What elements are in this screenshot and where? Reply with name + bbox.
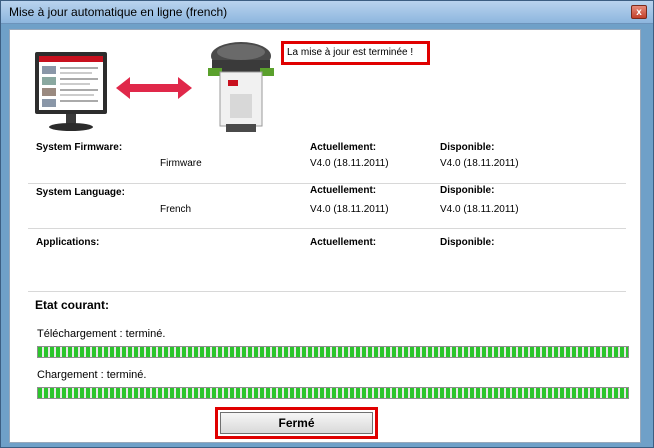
dialog-body: La mise à jour est terminée ! System Fir… xyxy=(9,29,641,443)
language-item-name: French xyxy=(160,204,192,215)
current-status-heading: Etat courant: xyxy=(35,298,110,312)
title-bar[interactable]: Mise à jour automatique en ligne (french… xyxy=(1,1,653,24)
update-status-message: La mise à jour est terminée ! xyxy=(281,41,430,65)
language-available-value: V4.0 (18.11.2011) xyxy=(440,204,519,215)
firmware-current-value: V4.0 (18.11.2011) xyxy=(310,158,389,169)
language-current-header: Actuellement: xyxy=(310,185,377,196)
update-dialog: Mise à jour automatique en ligne (french… xyxy=(0,0,654,448)
upload-status-label: Chargement : terminé. xyxy=(37,369,147,381)
upload-progress-bar xyxy=(37,387,629,399)
language-section: System Language: Actuellement: Disponibl… xyxy=(28,185,626,227)
download-status-label: Téléchargement : terminé. xyxy=(37,328,166,340)
divider xyxy=(28,291,626,292)
language-current-value: V4.0 (18.11.2011) xyxy=(310,204,389,215)
language-label: System Language: xyxy=(36,187,125,198)
download-progress-bar xyxy=(37,346,629,358)
computer-monitor-icon xyxy=(35,52,107,131)
window-close-button[interactable]: x xyxy=(631,5,647,19)
device-illustration: La mise à jour est terminée ! xyxy=(10,30,640,142)
applications-label: Applications: xyxy=(36,237,100,248)
close-icon: x xyxy=(636,7,642,18)
firmware-current-header: Actuellement: xyxy=(310,142,377,153)
close-button[interactable]: Fermé xyxy=(220,412,373,434)
language-available-header: Disponible: xyxy=(440,185,495,196)
close-button-highlight: Fermé xyxy=(215,407,378,439)
firmware-item-name: Firmware xyxy=(160,158,202,169)
firmware-label: System Firmware: xyxy=(36,142,123,153)
divider xyxy=(28,183,626,184)
applications-current-header: Actuellement: xyxy=(310,237,377,248)
gnss-receiver-icon xyxy=(208,42,274,132)
divider xyxy=(28,228,626,229)
firmware-section: System Firmware: Actuellement: Disponibl… xyxy=(28,142,626,182)
applications-section: Applications: Actuellement: Disponible: xyxy=(28,237,626,289)
download-progress-fill xyxy=(38,347,628,357)
upload-progress-fill xyxy=(38,388,628,398)
firmware-available-header: Disponible: xyxy=(440,142,495,153)
firmware-available-value: V4.0 (18.11.2011) xyxy=(440,158,519,169)
double-arrow-icon xyxy=(116,77,192,99)
window-title: Mise à jour automatique en ligne (french… xyxy=(9,5,228,19)
applications-available-header: Disponible: xyxy=(440,237,495,248)
